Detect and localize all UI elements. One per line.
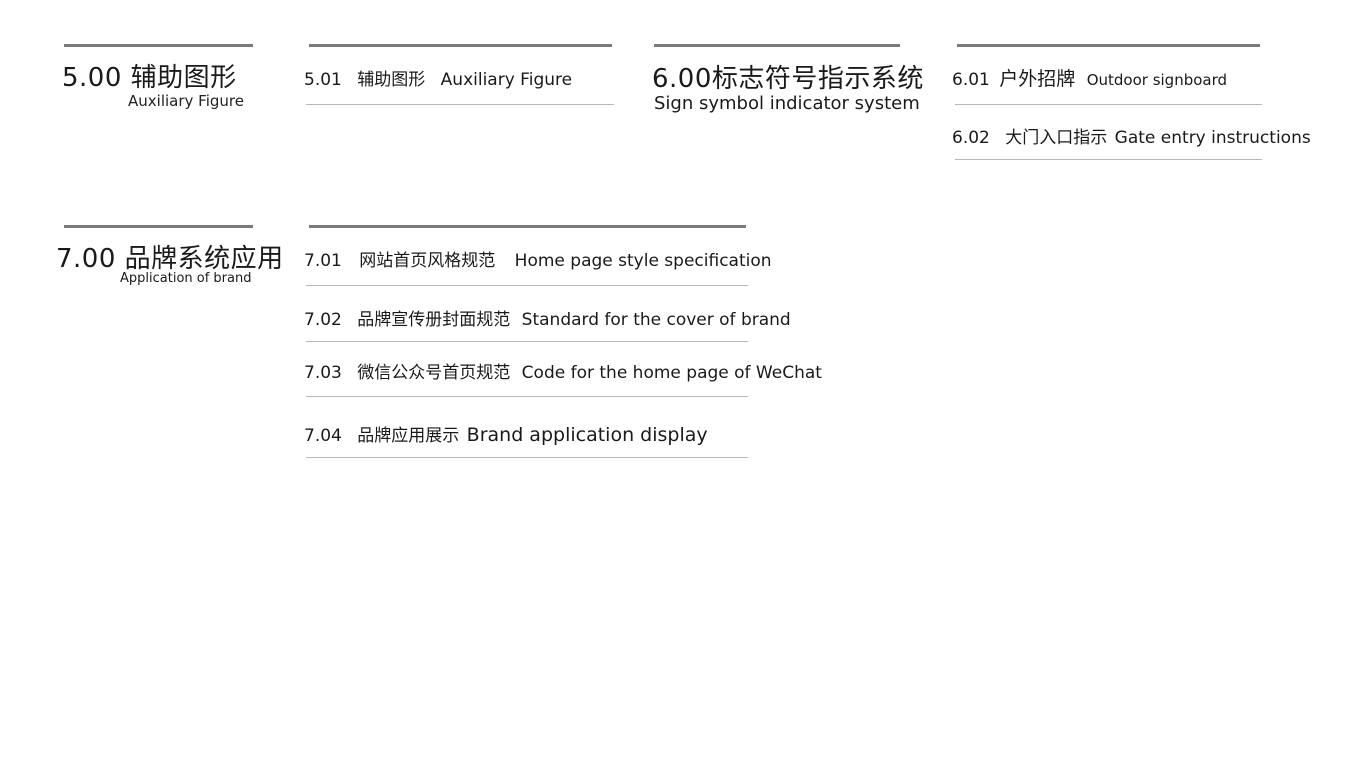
divider [306,341,748,342]
section-6-top-bar [654,44,900,47]
toc-item-7-04[interactable]: 7.04 品牌应用展示 Brand application display [304,421,708,446]
toc-item-7-02[interactable]: 7.02 品牌宣传册封面规范 Standard for the cover of… [304,305,791,330]
section-5-title-cn: 辅助图形 [130,63,237,93]
section-5-items-top-bar [309,44,612,47]
section-6-items-top-bar [957,44,1260,47]
divider [955,104,1262,105]
section-5-top-bar [64,44,253,47]
toc-item-6-01[interactable]: 6.01 户外招牌 Outdoor signboard [952,64,1227,91]
toc-item-7-03[interactable]: 7.03 微信公众号首页规范 Code for the home page of… [304,358,822,383]
section-7-number: 7.00 [56,244,116,274]
section-7-title-cn: 品牌系统应用 [124,244,284,274]
section-7-items-top-bar [309,225,746,228]
divider [306,396,748,397]
section-6-number: 6.00 [652,64,712,94]
section-6-title-en: Sign symbol indicator system [654,93,920,114]
divider [306,285,748,286]
toc-item-7-01[interactable]: 7.01 网站首页风格规范 Home page style specificat… [304,246,772,271]
section-6-title-cn: 标志符号指示系统 [711,64,924,94]
section-7-title-en: Application of brand [120,271,252,286]
section-5-number: 5.00 [62,63,122,93]
divider [306,104,614,105]
divider [306,457,748,458]
toc-item-6-02[interactable]: 6.02 大门入口指示 Gate entry instructions [952,123,1311,148]
section-6-title: 6.00标志符号指示系统 [652,58,924,95]
section-5-title-en: Auxiliary Figure [128,92,244,110]
section-5-title: 5.00 辅助图形 [62,57,237,94]
toc-item-5-01[interactable]: 5.01 辅助图形 Auxiliary Figure [304,65,572,90]
divider [955,159,1262,160]
section-7-title: 7.00 品牌系统应用 [56,238,284,275]
section-7-top-bar [64,225,253,228]
